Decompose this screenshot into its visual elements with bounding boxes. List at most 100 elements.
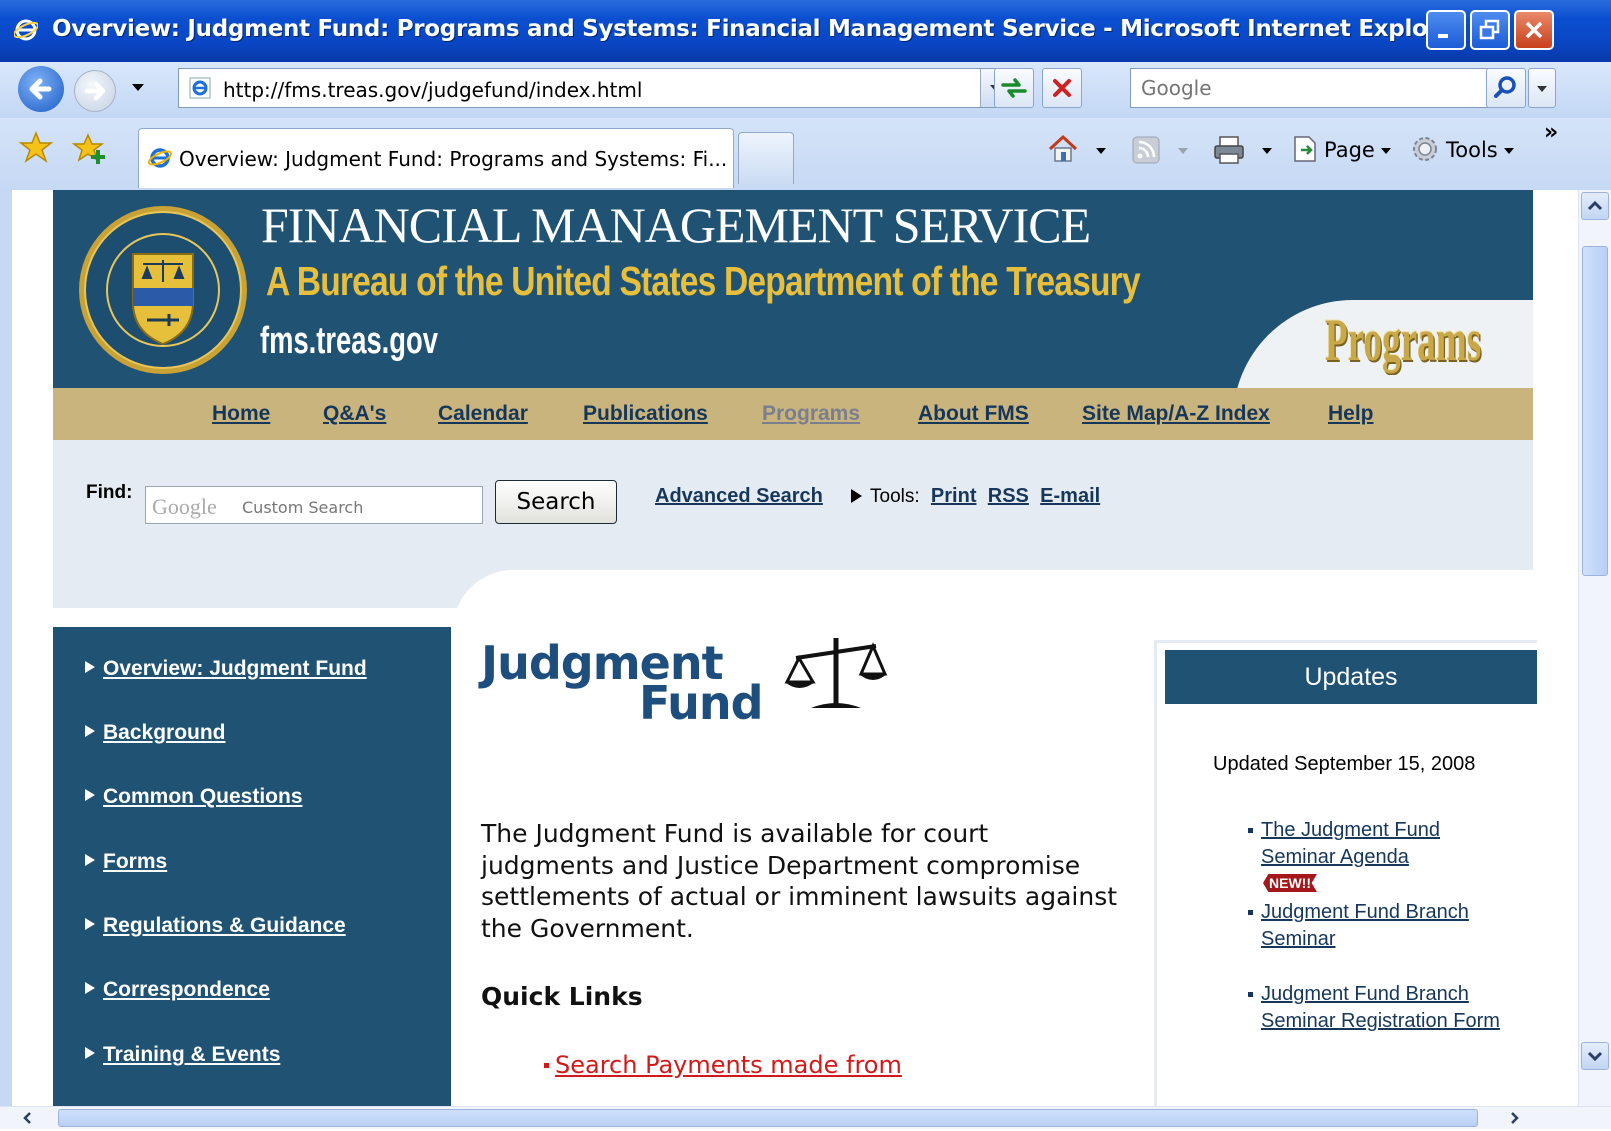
- nav-programs[interactable]: Programs: [762, 402, 860, 426]
- updates-date: Updated September 15, 2008: [1213, 753, 1476, 775]
- scroll-up-button[interactable]: [1581, 192, 1609, 220]
- restore-icon: [1479, 19, 1500, 40]
- chevron-down-icon: [1380, 148, 1391, 154]
- sidebar-item-training[interactable]: Training & Events: [85, 1043, 280, 1067]
- history-dropdown-icon[interactable]: [132, 84, 144, 91]
- search-icon: [1494, 76, 1516, 98]
- content-top-curve: [453, 570, 1533, 630]
- update-link-registration-form[interactable]: Judgment Fund Branch Seminar Registratio…: [1248, 981, 1511, 1035]
- treasury-seal-logo: [79, 206, 247, 374]
- sidebar-item-label: Regulations & Guidance: [103, 914, 346, 937]
- sidebar-item-label: Correspondence: [103, 978, 270, 1001]
- sidebar-item-overview[interactable]: Overview: Judgment Fund: [85, 657, 367, 681]
- toolbar-overflow-chevron[interactable]: »: [1544, 120, 1558, 145]
- home-dropdown-icon[interactable]: [1096, 148, 1106, 154]
- print-dropdown-icon[interactable]: [1262, 148, 1272, 154]
- sidebar-item-label: Forms: [103, 850, 168, 873]
- nav-publications[interactable]: Publications: [583, 402, 708, 426]
- arrow-right-icon: [85, 854, 95, 867]
- vertical-scrollbar[interactable]: [1578, 190, 1611, 1106]
- new-tab-button[interactable]: [738, 132, 794, 184]
- scroll-down-button[interactable]: [1581, 1042, 1609, 1070]
- stop-button[interactable]: [1042, 68, 1082, 108]
- live-search-button[interactable]: [1486, 68, 1526, 108]
- quick-link-search-payments[interactable]: Search Payments made from: [544, 1051, 902, 1079]
- address-bar[interactable]: http://fms.treas.gov/judgefund/index.htm…: [178, 68, 1012, 108]
- sidebar-item-background[interactable]: Background: [85, 721, 226, 745]
- scales-of-justice-icon: [784, 638, 888, 708]
- horizontal-scroll-thumb[interactable]: [58, 1109, 1478, 1127]
- site-search-input[interactable]: Google Custom Search: [145, 486, 483, 524]
- nav-calendar[interactable]: Calendar: [438, 402, 528, 426]
- search-options-button[interactable]: [1528, 68, 1556, 108]
- sidebar-item-common-questions[interactable]: Common Questions: [85, 785, 303, 809]
- quick-link-label: Search Payments made from: [555, 1051, 902, 1079]
- rss-link[interactable]: RSS: [988, 485, 1029, 507]
- minimize-button[interactable]: [1426, 10, 1466, 50]
- banner-title: FINANCIAL MANAGEMENT SERVICE: [261, 197, 1091, 253]
- arrow-right-icon: [85, 918, 95, 931]
- bullet-icon: [1248, 828, 1253, 833]
- google-logo: Google: [152, 494, 217, 519]
- nav-qa[interactable]: Q&A's: [323, 402, 386, 426]
- add-favorites-icon[interactable]: [72, 130, 108, 166]
- print-link[interactable]: Print: [931, 485, 977, 507]
- update-link-branch-seminar[interactable]: Judgment Fund Branch Seminar: [1248, 899, 1491, 953]
- back-button[interactable]: [18, 66, 64, 112]
- update-link-seminar-agenda[interactable]: The Judgment Fund Seminar Agenda NEW!!: [1248, 817, 1461, 898]
- sidebar-item-forms[interactable]: Forms: [85, 850, 167, 874]
- live-search-box[interactable]: [1130, 68, 1522, 108]
- print-icon[interactable]: [1212, 134, 1246, 166]
- arrow-right-icon: [85, 1047, 95, 1060]
- chevron-up-icon: [1587, 200, 1603, 211]
- chevron-down-icon: [1537, 86, 1547, 92]
- feed-dropdown-icon[interactable]: [1178, 148, 1188, 154]
- restore-button[interactable]: [1470, 10, 1510, 50]
- page-tools: Tools: Print RSS E-mail: [851, 485, 1100, 508]
- updates-heading: Updates: [1165, 650, 1537, 704]
- new-badge: NEW!!: [1263, 874, 1317, 892]
- minimize-icon: [1438, 34, 1448, 38]
- search-placeholder: Custom Search: [242, 498, 364, 517]
- search-button[interactable]: Search: [495, 480, 617, 524]
- page-menu[interactable]: Page: [1324, 138, 1391, 162]
- page-viewport: FINANCIAL MANAGEMENT SERVICE A Bureau of…: [12, 190, 1578, 1106]
- home-icon[interactable]: [1046, 132, 1080, 166]
- nav-about-fms[interactable]: About FMS: [918, 402, 1029, 426]
- tab-title: Overview: Judgment Fund: Programs and Sy…: [179, 147, 728, 171]
- top-navigation: Home Q&A's Calendar Publications Program…: [53, 388, 1533, 440]
- close-window-button[interactable]: [1514, 10, 1554, 50]
- sidebar: Overview: Judgment Fund Background Commo…: [53, 627, 451, 1106]
- tools-menu[interactable]: Tools: [1446, 138, 1514, 162]
- nav-site-map[interactable]: Site Map/A-Z Index: [1082, 402, 1270, 426]
- section-title: Programs: [1325, 307, 1482, 373]
- tab-active[interactable]: Overview: Judgment Fund: Programs and Sy…: [138, 128, 734, 188]
- live-search-input[interactable]: [1139, 69, 1513, 107]
- email-link[interactable]: E-mail: [1040, 485, 1100, 507]
- forward-button[interactable]: [74, 70, 116, 112]
- nav-help[interactable]: Help: [1328, 402, 1374, 426]
- gear-icon: [1413, 137, 1437, 161]
- banner-url: fms.treas.gov: [260, 320, 438, 362]
- arrow-right-icon: [851, 489, 862, 503]
- vertical-scroll-thumb[interactable]: [1582, 246, 1608, 576]
- sidebar-item-regulations[interactable]: Regulations & Guidance: [85, 914, 346, 938]
- bullet-icon: [1248, 910, 1253, 915]
- forward-arrow-icon: [84, 81, 106, 101]
- tools-label: Tools:: [870, 486, 920, 507]
- horizontal-scrollbar[interactable]: [0, 1106, 1611, 1129]
- site-banner: FINANCIAL MANAGEMENT SERVICE A Bureau of…: [53, 190, 1533, 388]
- sidebar-item-label: Training & Events: [103, 1043, 281, 1066]
- ie-page-icon: [147, 148, 173, 168]
- nav-home[interactable]: Home: [212, 402, 270, 426]
- tools-menu-label: Tools: [1446, 138, 1498, 162]
- favorites-star-icon[interactable]: [18, 130, 54, 166]
- advanced-search-link[interactable]: Advanced Search: [655, 485, 823, 508]
- logo-word-fund: Fund: [639, 676, 764, 730]
- update-link-label: Judgment Fund Branch Seminar Registratio…: [1261, 983, 1500, 1032]
- sidebar-item-correspondence[interactable]: Correspondence: [85, 978, 270, 1002]
- bullet-icon: [1248, 992, 1253, 997]
- bullet-icon: [544, 1063, 549, 1068]
- rss-feed-icon[interactable]: [1132, 136, 1160, 164]
- refresh-button[interactable]: [994, 68, 1034, 108]
